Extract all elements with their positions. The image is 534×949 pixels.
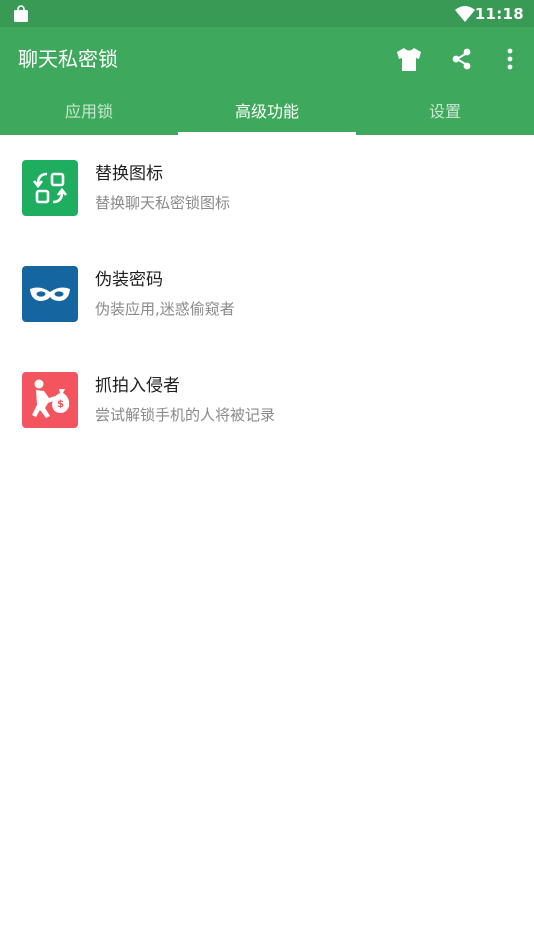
feature-title: 替换图标 [95, 164, 163, 184]
feature-title: 伪装密码 [95, 270, 163, 290]
tab-app-lock[interactable]: 应用锁 [0, 97, 178, 135]
tab-advanced-features[interactable]: 高级功能 [178, 97, 356, 135]
shopping-bag-icon [14, 5, 28, 22]
theme-button[interactable] [393, 43, 425, 75]
tab-settings[interactable]: 设置 [356, 97, 534, 135]
mask-icon [22, 266, 78, 322]
feature-title: 抓拍入侵者 [95, 376, 180, 396]
share-icon [452, 48, 471, 70]
status-time: 11:18 [474, 5, 524, 23]
replace-icon-tile [22, 160, 78, 216]
intruder-icon-tile: $ [22, 372, 78, 428]
feature-subtitle: 尝试解锁手机的人将被记录 [95, 406, 276, 424]
app-bar: 聊天私密锁 应用锁 高级功能 设置 [0, 27, 534, 135]
tab-bar: 应用锁 高级功能 设置 [0, 97, 534, 135]
tshirt-icon [397, 48, 421, 71]
svg-text:$: $ [57, 399, 64, 410]
status-bar: 11:18 [0, 0, 534, 27]
thief-icon: $ [22, 372, 78, 428]
feature-item-capture-intruder[interactable]: $ 抓拍入侵者 尝试解锁手机的人将被记录 [0, 347, 534, 453]
feature-item-disguise-password[interactable]: 伪装密码 伪装应用,迷惑偷窥者 [0, 241, 534, 347]
more-options-button[interactable] [494, 43, 526, 75]
wifi-icon [455, 6, 475, 22]
feature-item-replace-icon[interactable]: 替换图标 替换聊天私密锁图标 [0, 135, 534, 241]
swap-icon [22, 160, 78, 216]
more-vertical-icon [507, 48, 513, 70]
app-title: 聊天私密锁 [18, 47, 118, 71]
feature-subtitle: 伪装应用,迷惑偷窥者 [95, 300, 235, 318]
feature-list: 替换图标 替换聊天私密锁图标 伪装密码 伪装应用,迷惑偷窥者 $ 抓拍入侵者 尝… [0, 135, 534, 453]
feature-subtitle: 替换聊天私密锁图标 [95, 194, 231, 212]
disguise-icon-tile [22, 266, 78, 322]
share-button[interactable] [446, 43, 478, 75]
